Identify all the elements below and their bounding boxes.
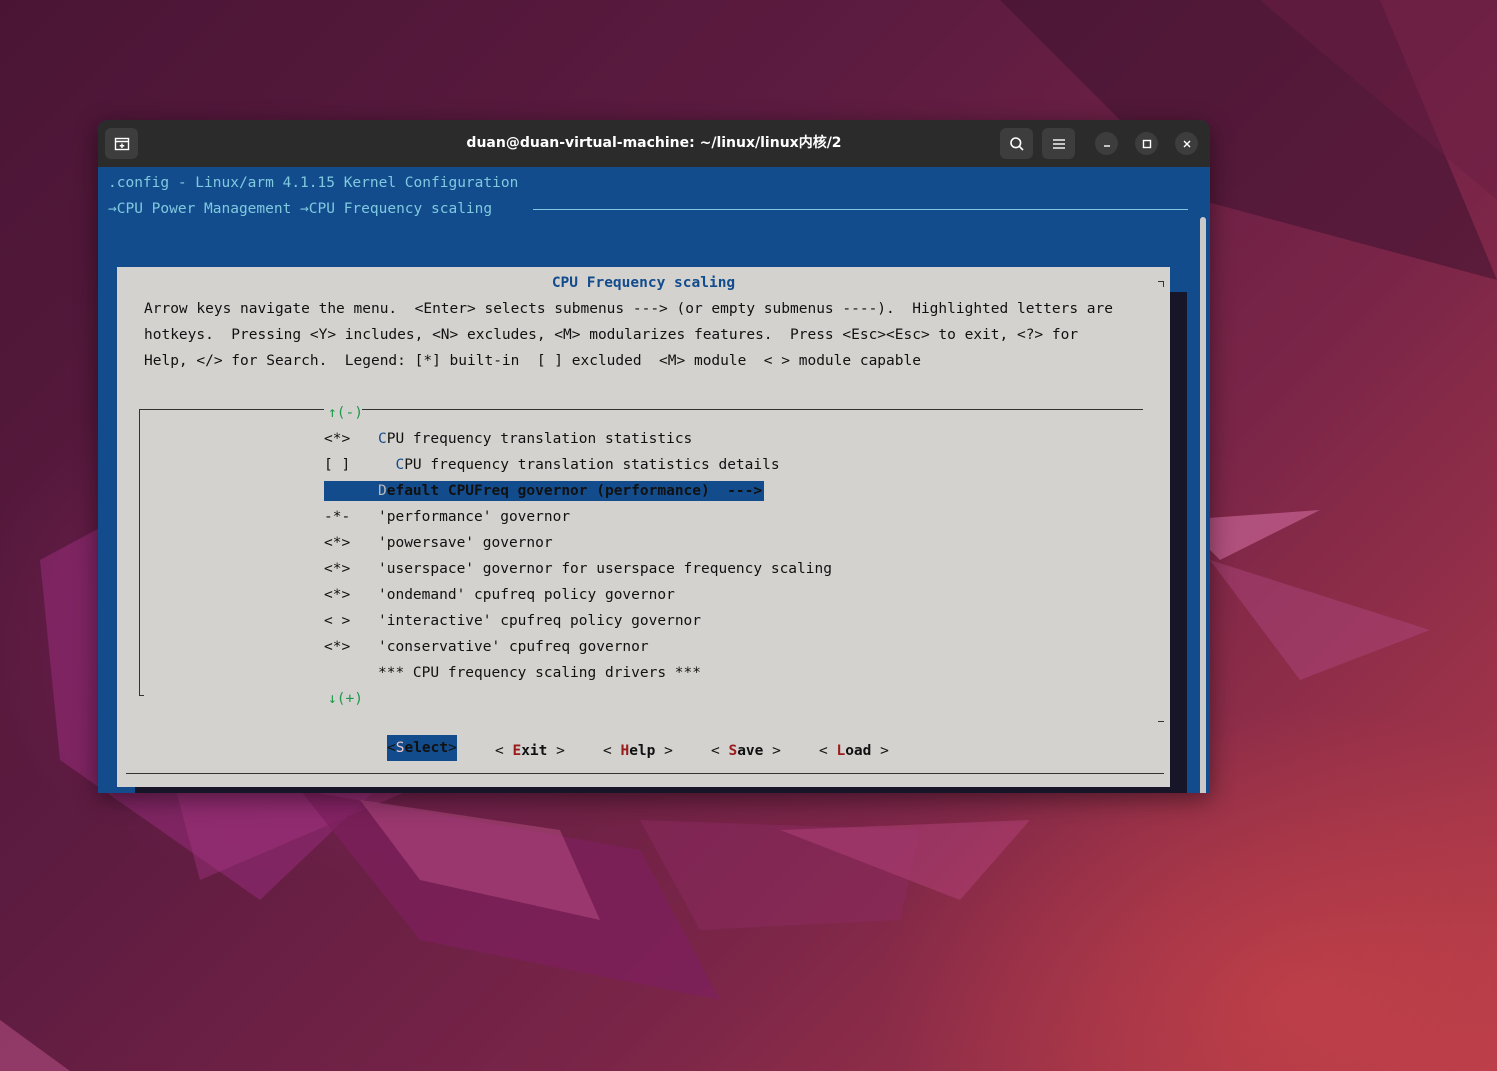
menu-frame-left: [139, 409, 140, 695]
terminal-scrollbar[interactable]: [1200, 217, 1206, 793]
dialog-title: CPU Frequency scaling: [551, 275, 736, 291]
terminal-area[interactable]: .config - Linux/arm 4.1.15 Kernel Config…: [98, 167, 1210, 793]
button-rest: ave: [737, 743, 764, 759]
dialog-corner-bottom: [1158, 721, 1164, 722]
menuconfig-dialog: CPU Frequency scaling Arrow keys navigat…: [117, 267, 1170, 787]
menu-item-label: userspace' governor for userspace freque…: [386, 561, 832, 577]
button-close: >: [547, 743, 565, 759]
maximize-icon: [1142, 139, 1151, 148]
menu-item[interactable]: *** CPU frequency scaling drivers ***: [324, 663, 701, 683]
button-close: >: [655, 743, 673, 759]
terminal-window: duan@duan-virtual-machine: ~/linux/linux…: [98, 120, 1210, 793]
menu-item-hotkey: ': [378, 509, 387, 525]
menu-item-hotkey: ': [378, 587, 387, 603]
button-hotkey: S: [728, 743, 738, 759]
menu-item-hotkey: C: [395, 457, 405, 473]
menu-item[interactable]: [ ] CPU frequency translation statistics…: [324, 455, 780, 475]
menu-item-label: efault CPUFreq governor (performance) --…: [386, 483, 763, 499]
button-open: <: [603, 743, 621, 759]
menu-item[interactable]: < > 'interactive' cpufreq policy governor: [324, 611, 701, 631]
button-rest: elp: [629, 743, 656, 759]
search-button[interactable]: [1000, 128, 1033, 159]
menu-item-label: conservative' cpufreq governor: [386, 639, 649, 655]
button-open: <: [819, 743, 837, 759]
menu-item-prefix: <*>: [324, 587, 351, 603]
scroll-down-indicator[interactable]: ↓(+): [328, 689, 363, 709]
dialog-button-help[interactable]: < Help >: [603, 741, 673, 761]
button-close: >: [871, 743, 889, 759]
menu-item[interactable]: -*- 'performance' governor: [324, 507, 570, 527]
button-close: >: [763, 743, 781, 759]
menu-item-label: powersave' governor: [386, 535, 553, 551]
menu-item-label: *** CPU frequency scaling drivers ***: [378, 665, 702, 681]
menu-item-prefix: <*>: [324, 431, 351, 447]
menu-item-prefix: <*>: [324, 561, 351, 577]
menu-item-label: performance' governor: [386, 509, 571, 525]
help-line-2: hotkeys. Pressing <Y> includes, <N> excl…: [144, 327, 1079, 343]
menu-item-hotkey: ': [378, 535, 387, 551]
help-line-1: Arrow keys navigate the menu. <Enter> se…: [144, 301, 1114, 317]
menu-item[interactable]: <*> 'conservative' cpufreq governor: [324, 637, 649, 657]
search-icon: [1009, 136, 1024, 151]
dialog-button-exit[interactable]: < Exit >: [495, 741, 565, 761]
close-button[interactable]: [1175, 132, 1198, 155]
menu-item[interactable]: <*> 'ondemand' cpufreq policy governor: [324, 585, 675, 605]
button-close: >: [448, 740, 457, 756]
menu-item-hotkey: ': [378, 639, 387, 655]
button-rest: xit: [521, 743, 548, 759]
menu-item-prefix: <*>: [324, 535, 351, 551]
menu-frame-top-right: [362, 409, 1143, 410]
help-line-3: Help, </> for Search. Legend: [*] built-…: [144, 353, 921, 369]
window-titlebar: duan@duan-virtual-machine: ~/linux/linux…: [98, 120, 1210, 167]
menu-item-hotkey: ': [378, 561, 387, 577]
menu-item-prefix: < >: [324, 613, 351, 629]
dialog-button-load[interactable]: < Load >: [819, 741, 889, 761]
menu-item-prefix: <*>: [324, 639, 351, 655]
button-open: <: [387, 740, 396, 756]
menu-item-prefix: [ ]: [324, 457, 351, 473]
button-hotkey: H: [620, 743, 630, 759]
menu-button[interactable]: [1042, 128, 1075, 159]
menu-frame-bottom-left: [139, 695, 144, 696]
menu-item-selected[interactable]: Default CPUFreq governor (performance) -…: [324, 481, 765, 501]
button-open: <: [711, 743, 729, 759]
scroll-up-indicator[interactable]: ↑(-): [328, 403, 363, 423]
menu-item-indent: [378, 457, 395, 473]
minimize-button[interactable]: [1095, 132, 1118, 155]
menu-item-hotkey: D: [378, 483, 387, 499]
breadcrumb: →CPU Power Management →CPU Frequency sca…: [108, 201, 493, 217]
maximize-button[interactable]: [1135, 132, 1158, 155]
button-open: <: [495, 743, 513, 759]
menu-item-label: PU frequency translation statistics deta…: [404, 457, 780, 473]
menu-frame-top-left: [139, 409, 324, 410]
menu-item[interactable]: <*> 'userspace' governor for userspace fr…: [324, 559, 832, 579]
menu-item-hotkey: C: [378, 431, 387, 447]
dialog-button-select[interactable]: <Select>: [387, 735, 457, 761]
dialog-button-save[interactable]: < Save >: [711, 741, 781, 761]
minimize-icon: [1103, 144, 1110, 147]
button-hotkey: L: [836, 743, 846, 759]
breadcrumb-rule: [533, 209, 1188, 210]
close-icon: [1183, 140, 1190, 147]
menu-item-label: ondemand' cpufreq policy governor: [386, 587, 675, 603]
menu-item[interactable]: <*> 'powersave' governor: [324, 533, 553, 553]
button-row-separator: [126, 773, 1164, 774]
config-header: .config - Linux/arm 4.1.15 Kernel Config…: [108, 175, 519, 191]
button-rest: elect: [404, 740, 449, 756]
menu-item-prefix: -*-: [324, 509, 351, 525]
menu-item-hotkey: ': [378, 613, 387, 629]
button-rest: oad: [845, 743, 872, 759]
hamburger-menu-icon: [1052, 138, 1065, 149]
menu-item-label: PU frequency translation statistics: [386, 431, 693, 447]
button-hotkey: E: [512, 743, 522, 759]
menu-item-label: interactive' cpufreq policy governor: [386, 613, 702, 629]
menu-item[interactable]: <*> CPU frequency translation statistics: [324, 429, 692, 449]
